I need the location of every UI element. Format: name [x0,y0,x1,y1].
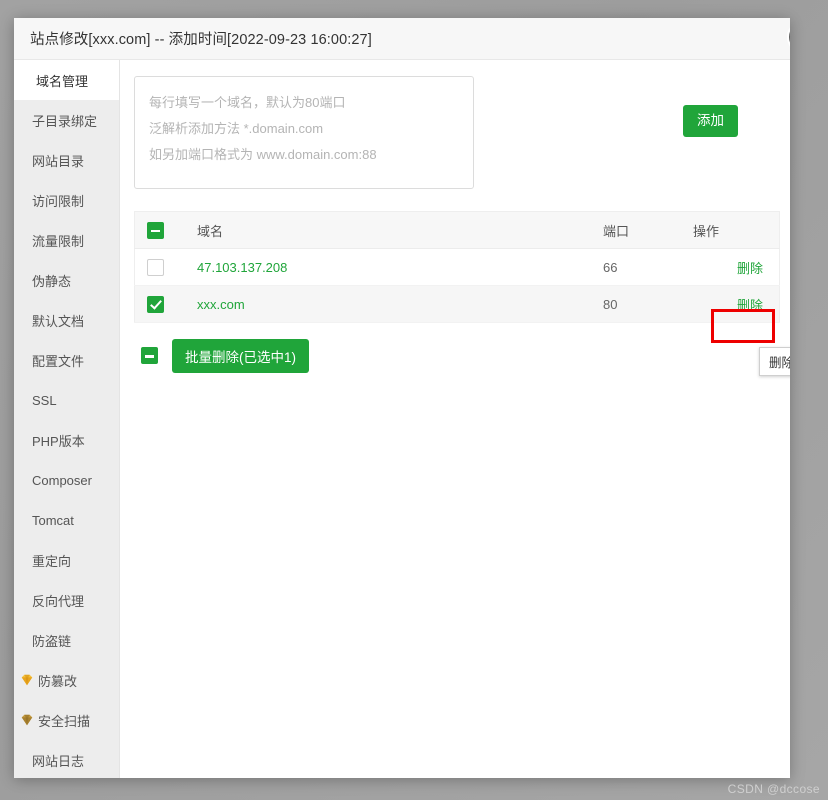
sidebar-item-10[interactable]: Composer [14,460,119,500]
domain-cell: 47.103.137.208 [189,248,595,286]
domain-link[interactable]: xxx.com [197,297,245,312]
column-header-domain: 域名 [189,211,595,249]
table-header-row: 域名 端口 操作 [134,211,780,249]
port-cell: 66 [595,248,685,286]
row-checkbox[interactable] [147,295,164,313]
sidebar-item-label: 安全扫描 [38,713,91,729]
row-checkbox[interactable] [147,258,164,276]
sidebar-item-label: 网站日志 [32,753,85,769]
watermark: CSDN @dccose [727,782,820,796]
sidebar-item-6[interactable]: 默认文档 [14,300,119,340]
sidebar-item-0[interactable]: 域名管理 [14,60,119,100]
add-button[interactable]: 添加 [683,105,738,138]
gem-icon [20,713,34,727]
sidebar-item-4[interactable]: 流量限制 [14,220,119,260]
sidebar-item-label: 默认文档 [32,313,85,329]
batch-actions-row: 批量删除(已选中1) [134,339,790,373]
sidebar-item-label: 防篡改 [38,673,78,689]
row-select-cell [134,248,189,286]
main-content: 添加 域名 端口 操作 47.103.137.208 66 删除 xxx.com 80 删… [120,60,790,778]
batch-select-all-checkbox[interactable] [141,347,158,365]
modal-body: 域名管理子目录绑定网站目录访问限制流量限制伪静态默认文档配置文件 SSL PHP版本… [14,60,790,778]
table-row: xxx.com 80 删除 [134,285,780,323]
delete-link[interactable]: 删除 [737,261,763,276]
sidebar-item-14[interactable]: 防盗链 [14,620,119,660]
sidebar-item-label: 流量限制 [32,233,85,249]
sidebar-item-label: PHP版本 [32,433,85,449]
action-cell: 删除 [685,248,780,286]
domain-cell: xxx.com [189,285,595,323]
sidebar-item-label: 网站目录 [32,153,85,169]
domain-link[interactable]: 47.103.137.208 [197,260,287,275]
sidebar-item-label: 域名管理 [36,73,89,89]
sidebar-item-label: 配置文件 [32,353,85,369]
gem-icon [20,673,34,687]
table-row: 47.103.137.208 66 删除 [134,248,780,286]
page-title: 站点修改[xxx.com] -- 添加时间[2022-09-23 16:00:2… [30,32,372,48]
sidebar-item-16[interactable]: 安全扫描 [14,700,119,740]
sidebar-item-5[interactable]: 伪静态 [14,260,119,300]
sidebar-item-label: 伪静态 [32,273,72,289]
modal-title-bar: 站点修改[xxx.com] -- 添加时间[2022-09-23 16:00:2… [14,18,790,60]
sidebar-item-3[interactable]: 访问限制 [14,180,119,220]
sidebar-item-label: 重定向 [32,553,72,569]
sidebar-item-label: 反向代理 [32,593,85,609]
action-cell: 删除 [685,285,780,323]
delete-link[interactable]: 删除 [737,298,763,313]
select-all-checkbox[interactable] [147,221,164,239]
sidebar-item-label: SSL [32,392,57,408]
sidebar-item-label: Composer [32,472,92,488]
sidebar-item-label: 防盗链 [32,633,72,649]
table-body: 47.103.137.208 66 删除 xxx.com 80 删除 [134,248,780,323]
sidebar-item-11[interactable]: Tomcat [14,500,119,540]
column-header-port: 端口 [595,211,685,249]
sidebar-item-2[interactable]: 网站目录 [14,140,119,180]
close-icon [789,22,790,52]
select-all-header [134,211,189,249]
sidebar-item-17[interactable]: 网站日志 [14,740,119,778]
port-cell: 80 [595,285,685,323]
sidebar-item-8[interactable]: SSL [14,380,119,420]
batch-delete-button[interactable]: 批量删除(已选中1) [172,339,309,373]
add-domain-panel: 添加 [134,76,790,189]
sidebar-item-label: Tomcat [32,512,74,528]
sidebar-item-12[interactable]: 重定向 [14,540,119,580]
sidebar-item-label: 访问限制 [32,193,85,209]
domain-table: 域名 端口 操作 47.103.137.208 66 删除 xxx.com 80 删除 [134,211,780,323]
sidebar-item-label: 子目录绑定 [32,113,98,129]
domain-input[interactable] [134,76,474,189]
sidebar-item-9[interactable]: PHP版本 [14,420,119,460]
column-header-action: 操作 [685,211,780,249]
sidebar-item-1[interactable]: 子目录绑定 [14,100,119,140]
sidebar-item-7[interactable]: 配置文件 [14,340,119,380]
batch-select-wrap [141,347,158,365]
delete-tooltip: 删除 [759,347,790,376]
sidebar-item-13[interactable]: 反向代理 [14,580,119,620]
row-select-cell [134,285,189,323]
sidebar: 域名管理子目录绑定网站目录访问限制流量限制伪静态默认文档配置文件 SSL PHP版本… [14,60,120,778]
sidebar-item-15[interactable]: 防篡改 [14,660,119,700]
site-edit-modal: 站点修改[xxx.com] -- 添加时间[2022-09-23 16:00:2… [14,18,790,778]
